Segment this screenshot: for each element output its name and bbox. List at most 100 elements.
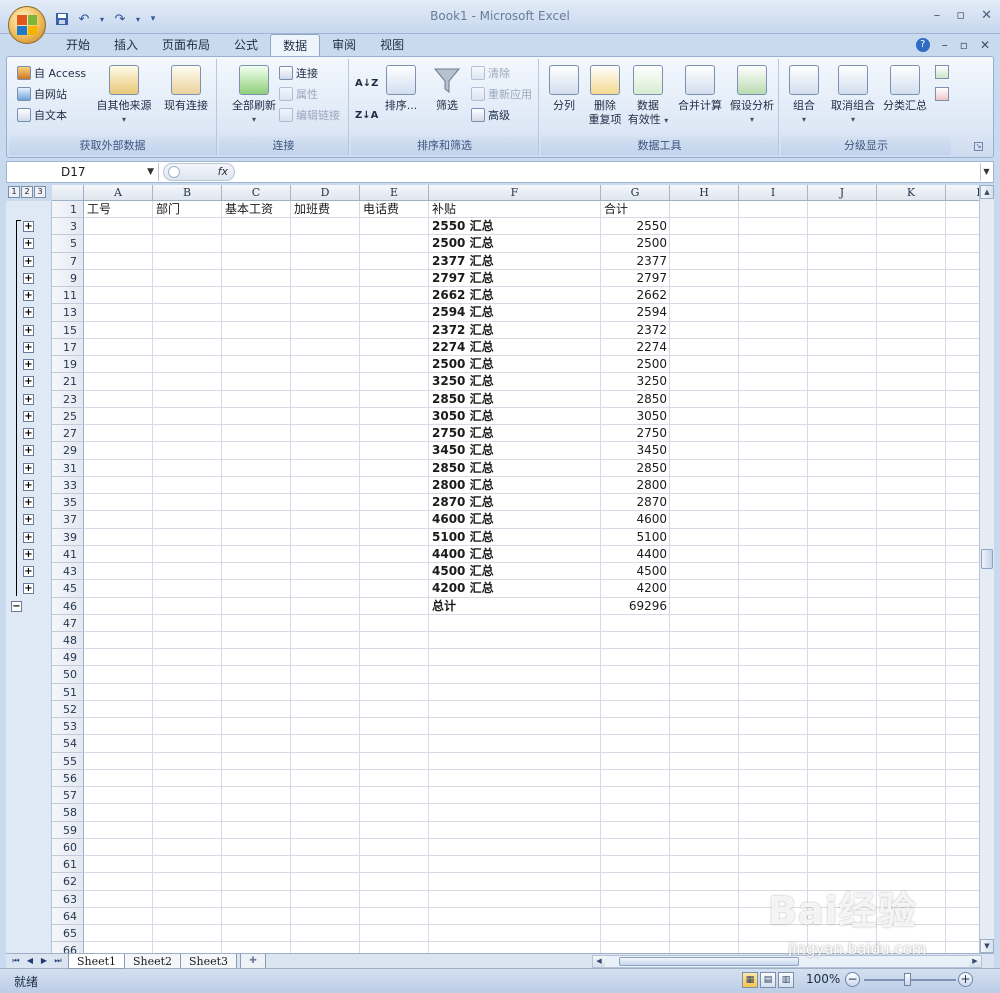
cell-g[interactable]: 2594 bbox=[604, 304, 667, 321]
cell-g[interactable]: 2372 bbox=[604, 322, 667, 339]
scroll-right-icon[interactable]: ▶ bbox=[969, 956, 981, 967]
tab-view[interactable]: 视图 bbox=[368, 34, 416, 56]
outline-expand-icon[interactable]: + bbox=[23, 428, 34, 440]
cell-g[interactable]: 2797 bbox=[604, 270, 667, 287]
row-header[interactable]: 61 bbox=[52, 856, 84, 874]
help-icon[interactable]: ? bbox=[915, 38, 930, 52]
row-header[interactable]: 5 bbox=[52, 235, 84, 253]
horizontal-scrollbar[interactable]: ◀ ▶ bbox=[592, 955, 982, 968]
cell-g[interactable]: 2274 bbox=[604, 339, 667, 356]
row-header[interactable]: 17 bbox=[52, 338, 84, 357]
column-header[interactable]: L bbox=[946, 185, 979, 201]
sort-asc-button[interactable]: A↓Z bbox=[355, 73, 378, 93]
cell-g[interactable]: 2377 bbox=[604, 253, 667, 270]
cell-g[interactable]: 3250 bbox=[604, 373, 667, 390]
column-header[interactable]: H bbox=[670, 185, 739, 201]
existing-connections-button[interactable]: 现有连接 bbox=[155, 65, 217, 113]
cell-g[interactable]: 2662 bbox=[604, 287, 667, 304]
cell-g[interactable]: 2750 bbox=[604, 425, 667, 442]
column-header[interactable]: J bbox=[808, 185, 877, 201]
outline-expand-icon[interactable]: + bbox=[23, 497, 34, 509]
tab-insert[interactable]: 插入 bbox=[102, 34, 150, 56]
from-access-button[interactable]: 自 Access bbox=[17, 63, 86, 83]
outline-expand-icon[interactable]: + bbox=[23, 393, 34, 405]
name-box[interactable]: D17 ▼ bbox=[9, 163, 159, 181]
row-header[interactable]: 49 bbox=[52, 649, 84, 667]
row-header[interactable]: 52 bbox=[52, 700, 84, 719]
tab-review[interactable]: 审阅 bbox=[320, 34, 368, 56]
cell-f[interactable]: 2274 汇总 bbox=[432, 339, 598, 356]
cell-f[interactable]: 3250 汇总 bbox=[432, 373, 598, 390]
outline-expand-icon[interactable]: + bbox=[23, 445, 34, 457]
consolidate-button[interactable]: 合并计算 bbox=[671, 65, 729, 113]
row-header[interactable]: 37 bbox=[52, 511, 84, 529]
select-all-corner[interactable] bbox=[52, 185, 84, 201]
cell-f[interactable]: 总计 bbox=[432, 598, 598, 615]
sort-desc-button[interactable]: Z↓A bbox=[355, 105, 378, 125]
workbook-minimize-button[interactable]: – bbox=[942, 38, 948, 52]
hide-detail-icon[interactable] bbox=[935, 87, 949, 101]
cell-g[interactable]: 4600 bbox=[604, 511, 667, 528]
outline-expand-icon[interactable]: + bbox=[23, 290, 34, 302]
row-header[interactable]: 45 bbox=[52, 580, 84, 598]
first-sheet-icon[interactable]: ⏮ bbox=[10, 955, 22, 967]
outline-level-3-button[interactable]: 3 bbox=[34, 186, 46, 198]
connections-button[interactable]: 连接 bbox=[279, 63, 318, 83]
cell-b[interactable]: 部门 bbox=[156, 201, 219, 218]
office-button[interactable] bbox=[8, 6, 46, 44]
zoom-slider-thumb[interactable] bbox=[904, 973, 911, 986]
expand-formula-bar-icon[interactable]: ▼ bbox=[980, 163, 992, 181]
column-header[interactable]: I bbox=[739, 185, 808, 201]
what-if-analysis-button[interactable]: 假设分析 ▾ bbox=[725, 65, 779, 127]
outline-dialog-launcher-icon[interactable]: ↘ bbox=[974, 142, 983, 151]
column-header[interactable]: D bbox=[291, 185, 360, 201]
cell-f[interactable]: 4200 汇总 bbox=[432, 580, 598, 597]
vertical-scroll-thumb[interactable] bbox=[981, 549, 993, 569]
row-header[interactable]: 63 bbox=[52, 890, 84, 908]
row-header[interactable]: 59 bbox=[52, 821, 84, 839]
row-header[interactable]: 7 bbox=[52, 252, 84, 270]
zoom-in-icon[interactable]: + bbox=[958, 972, 973, 987]
cell-f[interactable]: 2797 汇总 bbox=[432, 270, 598, 287]
tab-data[interactable]: 数据 bbox=[270, 34, 321, 56]
cell-g[interactable]: 2800 bbox=[604, 477, 667, 494]
row-header[interactable]: 51 bbox=[52, 683, 84, 701]
column-header[interactable]: G bbox=[601, 185, 670, 201]
row-header[interactable]: 25 bbox=[52, 407, 84, 426]
cell-f[interactable]: 3450 汇总 bbox=[432, 442, 598, 459]
outline-expand-icon[interactable]: + bbox=[23, 272, 34, 284]
cell-f[interactable]: 2377 汇总 bbox=[432, 253, 598, 270]
cell-f[interactable]: 2850 汇总 bbox=[432, 391, 598, 408]
cell-g[interactable]: 4400 bbox=[604, 546, 667, 563]
outline-expand-icon[interactable]: + bbox=[23, 307, 34, 319]
row-header[interactable]: 60 bbox=[52, 838, 84, 857]
cell-f[interactable]: 2372 汇总 bbox=[432, 322, 598, 339]
subtotal-button[interactable]: 分类汇总 bbox=[877, 65, 933, 113]
row-header[interactable]: 13 bbox=[52, 304, 84, 322]
sheet-tab-sheet2[interactable]: Sheet2 bbox=[124, 954, 182, 969]
horizontal-scroll-thumb[interactable] bbox=[619, 957, 799, 966]
row-header[interactable]: 33 bbox=[52, 476, 84, 495]
row-header[interactable]: 39 bbox=[52, 528, 84, 546]
row-header[interactable]: 58 bbox=[52, 804, 84, 822]
zoom-level[interactable]: 100% bbox=[806, 972, 840, 986]
cell-a[interactable]: 工号 bbox=[87, 201, 150, 218]
row-header[interactable]: 50 bbox=[52, 666, 84, 684]
cell-g[interactable]: 2850 bbox=[604, 460, 667, 477]
cell-f[interactable]: 2500 汇总 bbox=[432, 235, 598, 252]
cell-f[interactable]: 2500 汇总 bbox=[432, 356, 598, 373]
cell-g[interactable]: 2870 bbox=[604, 494, 667, 511]
restore-button[interactable]: ▫ bbox=[956, 8, 965, 23]
other-sources-button[interactable]: 自其他来源 ▾ bbox=[93, 65, 155, 127]
cell-g[interactable]: 2550 bbox=[604, 218, 667, 235]
cell-g[interactable]: 3050 bbox=[604, 408, 667, 425]
cell-d[interactable]: 加班费 bbox=[294, 201, 357, 218]
group-button[interactable]: 组合 ▾ bbox=[781, 65, 827, 127]
cell-f[interactable]: 2662 汇总 bbox=[432, 287, 598, 304]
row-header[interactable]: 53 bbox=[52, 718, 84, 736]
sort-button[interactable]: 排序... bbox=[377, 65, 425, 113]
column-header[interactable]: F bbox=[429, 185, 601, 201]
column-header[interactable]: K bbox=[877, 185, 946, 201]
worksheet-grid[interactable]: ABCDEFGHIJKL1工号部门基本工资加班费电话费补贴合计32550 汇总2… bbox=[52, 185, 979, 953]
row-header[interactable]: 35 bbox=[52, 494, 84, 512]
